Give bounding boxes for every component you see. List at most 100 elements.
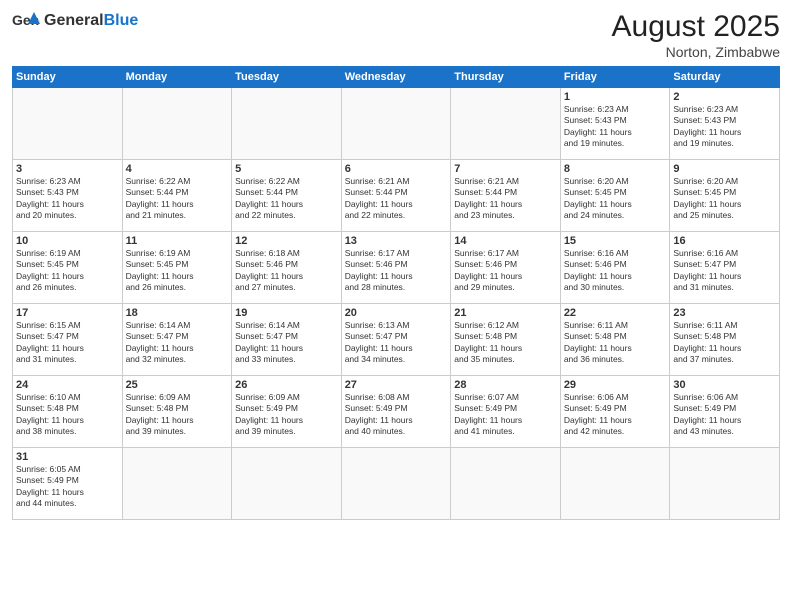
calendar-cell: 20Sunrise: 6:13 AM Sunset: 5:47 PM Dayli… (341, 304, 451, 376)
day-info: Sunrise: 6:05 AM Sunset: 5:49 PM Dayligh… (16, 464, 119, 510)
calendar-cell: 3Sunrise: 6:23 AM Sunset: 5:43 PM Daylig… (13, 160, 123, 232)
weekday-header-tuesday: Tuesday (232, 67, 342, 88)
calendar-cell: 25Sunrise: 6:09 AM Sunset: 5:48 PM Dayli… (122, 376, 232, 448)
weekday-header-monday: Monday (122, 67, 232, 88)
day-number: 28 (454, 379, 557, 391)
day-info: Sunrise: 6:22 AM Sunset: 5:44 PM Dayligh… (235, 176, 338, 222)
calendar-cell: 16Sunrise: 6:16 AM Sunset: 5:47 PM Dayli… (670, 232, 780, 304)
calendar-week-row: 1Sunrise: 6:23 AM Sunset: 5:43 PM Daylig… (13, 88, 780, 160)
calendar-week-row: 3Sunrise: 6:23 AM Sunset: 5:43 PM Daylig… (13, 160, 780, 232)
day-number: 22 (564, 307, 667, 319)
calendar-cell: 24Sunrise: 6:10 AM Sunset: 5:48 PM Dayli… (13, 376, 123, 448)
day-number: 8 (564, 163, 667, 175)
calendar-cell (232, 88, 342, 160)
logo: General GeneralBlue (12, 10, 138, 32)
calendar-cell (341, 448, 451, 520)
day-number: 19 (235, 307, 338, 319)
calendar-cell (451, 88, 561, 160)
day-number: 30 (673, 379, 776, 391)
calendar-cell (232, 448, 342, 520)
day-number: 16 (673, 235, 776, 247)
weekday-header-sunday: Sunday (13, 67, 123, 88)
logo-blue: Blue (104, 12, 139, 29)
day-info: Sunrise: 6:13 AM Sunset: 5:47 PM Dayligh… (345, 320, 448, 366)
day-number: 5 (235, 163, 338, 175)
calendar-cell: 12Sunrise: 6:18 AM Sunset: 5:46 PM Dayli… (232, 232, 342, 304)
calendar-cell: 23Sunrise: 6:11 AM Sunset: 5:48 PM Dayli… (670, 304, 780, 376)
day-info: Sunrise: 6:11 AM Sunset: 5:48 PM Dayligh… (673, 320, 776, 366)
calendar-week-row: 17Sunrise: 6:15 AM Sunset: 5:47 PM Dayli… (13, 304, 780, 376)
day-number: 2 (673, 91, 776, 103)
day-number: 7 (454, 163, 557, 175)
day-info: Sunrise: 6:06 AM Sunset: 5:49 PM Dayligh… (673, 392, 776, 438)
calendar-body: 1Sunrise: 6:23 AM Sunset: 5:43 PM Daylig… (13, 88, 780, 520)
day-number: 20 (345, 307, 448, 319)
calendar-cell: 31Sunrise: 6:05 AM Sunset: 5:49 PM Dayli… (13, 448, 123, 520)
calendar-week-row: 31Sunrise: 6:05 AM Sunset: 5:49 PM Dayli… (13, 448, 780, 520)
day-number: 15 (564, 235, 667, 247)
calendar-cell: 26Sunrise: 6:09 AM Sunset: 5:49 PM Dayli… (232, 376, 342, 448)
day-info: Sunrise: 6:18 AM Sunset: 5:46 PM Dayligh… (235, 248, 338, 294)
day-number: 12 (235, 235, 338, 247)
calendar-header: SundayMondayTuesdayWednesdayThursdayFrid… (13, 67, 780, 88)
calendar-cell: 9Sunrise: 6:20 AM Sunset: 5:45 PM Daylig… (670, 160, 780, 232)
day-info: Sunrise: 6:16 AM Sunset: 5:47 PM Dayligh… (673, 248, 776, 294)
day-number: 25 (126, 379, 229, 391)
day-number: 6 (345, 163, 448, 175)
calendar-cell: 28Sunrise: 6:07 AM Sunset: 5:49 PM Dayli… (451, 376, 561, 448)
calendar-cell: 6Sunrise: 6:21 AM Sunset: 5:44 PM Daylig… (341, 160, 451, 232)
calendar-cell: 27Sunrise: 6:08 AM Sunset: 5:49 PM Dayli… (341, 376, 451, 448)
day-number: 1 (564, 91, 667, 103)
weekday-header-thursday: Thursday (451, 67, 561, 88)
logo-icon: General (12, 10, 40, 32)
day-info: Sunrise: 6:19 AM Sunset: 5:45 PM Dayligh… (16, 248, 119, 294)
day-info: Sunrise: 6:14 AM Sunset: 5:47 PM Dayligh… (126, 320, 229, 366)
day-number: 24 (16, 379, 119, 391)
day-number: 23 (673, 307, 776, 319)
calendar-cell (13, 88, 123, 160)
calendar-cell: 11Sunrise: 6:19 AM Sunset: 5:45 PM Dayli… (122, 232, 232, 304)
location-subtitle: Norton, Zimbabwe (612, 44, 780, 60)
day-info: Sunrise: 6:15 AM Sunset: 5:47 PM Dayligh… (16, 320, 119, 366)
day-number: 9 (673, 163, 776, 175)
calendar-cell: 8Sunrise: 6:20 AM Sunset: 5:45 PM Daylig… (560, 160, 670, 232)
day-info: Sunrise: 6:17 AM Sunset: 5:46 PM Dayligh… (454, 248, 557, 294)
day-number: 29 (564, 379, 667, 391)
day-number: 13 (345, 235, 448, 247)
day-info: Sunrise: 6:08 AM Sunset: 5:49 PM Dayligh… (345, 392, 448, 438)
calendar-week-row: 10Sunrise: 6:19 AM Sunset: 5:45 PM Dayli… (13, 232, 780, 304)
day-number: 17 (16, 307, 119, 319)
day-number: 27 (345, 379, 448, 391)
calendar-cell: 15Sunrise: 6:16 AM Sunset: 5:46 PM Dayli… (560, 232, 670, 304)
day-number: 4 (126, 163, 229, 175)
day-info: Sunrise: 6:11 AM Sunset: 5:48 PM Dayligh… (564, 320, 667, 366)
calendar-cell: 19Sunrise: 6:14 AM Sunset: 5:47 PM Dayli… (232, 304, 342, 376)
day-info: Sunrise: 6:16 AM Sunset: 5:46 PM Dayligh… (564, 248, 667, 294)
calendar-cell (560, 448, 670, 520)
day-info: Sunrise: 6:20 AM Sunset: 5:45 PM Dayligh… (564, 176, 667, 222)
day-number: 10 (16, 235, 119, 247)
calendar-cell: 7Sunrise: 6:21 AM Sunset: 5:44 PM Daylig… (451, 160, 561, 232)
calendar-cell: 10Sunrise: 6:19 AM Sunset: 5:45 PM Dayli… (13, 232, 123, 304)
calendar-cell: 18Sunrise: 6:14 AM Sunset: 5:47 PM Dayli… (122, 304, 232, 376)
calendar-cell: 17Sunrise: 6:15 AM Sunset: 5:47 PM Dayli… (13, 304, 123, 376)
day-number: 18 (126, 307, 229, 319)
calendar-cell: 14Sunrise: 6:17 AM Sunset: 5:46 PM Dayli… (451, 232, 561, 304)
day-info: Sunrise: 6:10 AM Sunset: 5:48 PM Dayligh… (16, 392, 119, 438)
day-info: Sunrise: 6:07 AM Sunset: 5:49 PM Dayligh… (454, 392, 557, 438)
day-number: 3 (16, 163, 119, 175)
day-info: Sunrise: 6:21 AM Sunset: 5:44 PM Dayligh… (345, 176, 448, 222)
weekday-header-friday: Friday (560, 67, 670, 88)
calendar-table: SundayMondayTuesdayWednesdayThursdayFrid… (12, 66, 780, 520)
day-info: Sunrise: 6:23 AM Sunset: 5:43 PM Dayligh… (564, 104, 667, 150)
calendar-cell (451, 448, 561, 520)
calendar-cell: 21Sunrise: 6:12 AM Sunset: 5:48 PM Dayli… (451, 304, 561, 376)
day-info: Sunrise: 6:17 AM Sunset: 5:46 PM Dayligh… (345, 248, 448, 294)
day-info: Sunrise: 6:21 AM Sunset: 5:44 PM Dayligh… (454, 176, 557, 222)
title-block: August 2025 Norton, Zimbabwe (612, 10, 780, 60)
day-number: 26 (235, 379, 338, 391)
day-number: 14 (454, 235, 557, 247)
day-info: Sunrise: 6:09 AM Sunset: 5:48 PM Dayligh… (126, 392, 229, 438)
calendar-cell: 1Sunrise: 6:23 AM Sunset: 5:43 PM Daylig… (560, 88, 670, 160)
day-number: 21 (454, 307, 557, 319)
